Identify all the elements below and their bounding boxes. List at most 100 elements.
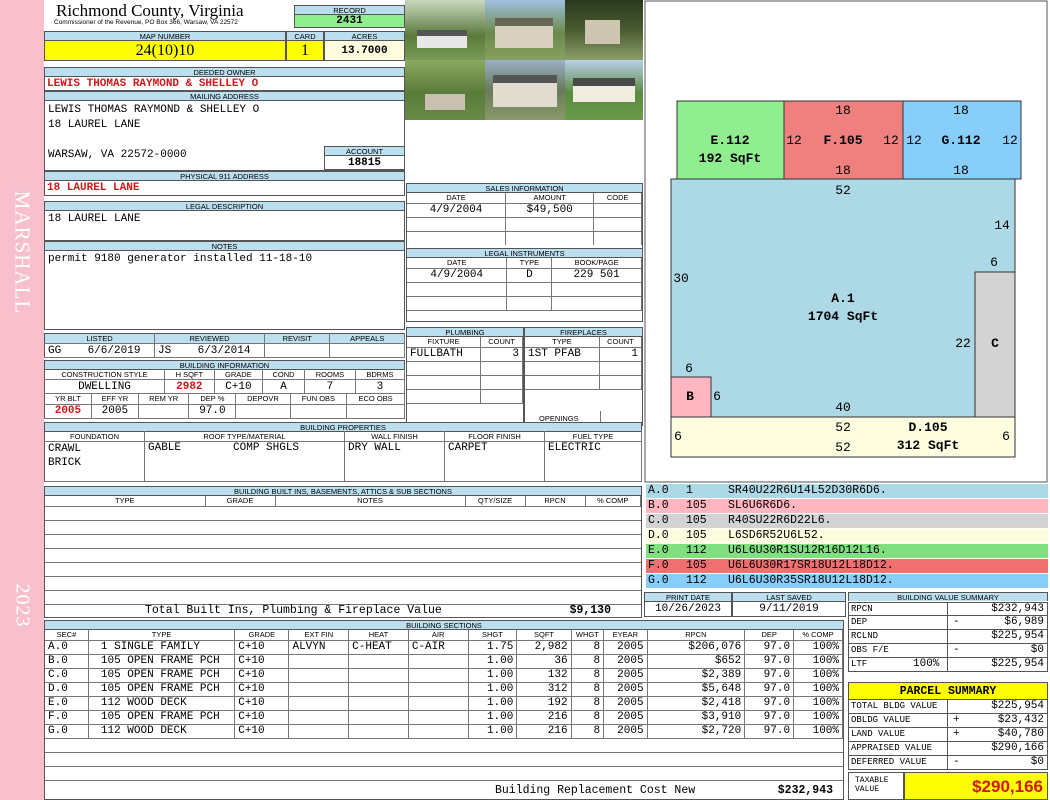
listed-label: LISTED (44, 333, 155, 344)
property-photo-1[interactable] (405, 0, 485, 60)
section-header: RPCN (647, 630, 746, 641)
property-photo-2[interactable] (485, 0, 565, 60)
sales-amount-header: AMOUNT (505, 193, 595, 204)
code-section: F.0 (648, 559, 669, 572)
property-photo-3[interactable] (565, 0, 643, 60)
sketch-code-row: G.0 112 U6L6U30R35SR18U12L18D12. (646, 574, 1048, 588)
year-label: 2023 (11, 583, 34, 628)
property-photo-6[interactable] (565, 60, 643, 120)
physical-address-value: 18 LAUREL LANE (44, 180, 405, 196)
section-header: SHGT (468, 630, 518, 641)
code-section: B.0 (648, 499, 669, 512)
roof-material: COMP SHGLS (233, 442, 300, 454)
building-sections-label: BUILDING SECTIONS (44, 620, 844, 629)
code-path: U6L6U30R17SR18U12L18D12. (728, 559, 894, 572)
mailing-line-2: 18 LAUREL LANE (48, 119, 141, 131)
wall-finish: DRY WALL (344, 441, 445, 482)
value-summary-row: OBS F/E - $0 (848, 643, 1048, 658)
fireplaces-box: FIREPLACES TYPE COUNT 1ST PFAB 1 OPENINGS (524, 327, 643, 426)
section-header: EYEAR (603, 630, 648, 641)
bedrooms-value: 3 (355, 379, 406, 394)
value-summary-label: BUILDING VALUE SUMMARY (848, 592, 1048, 601)
replacement-label: Building Replacement Cost New (495, 784, 696, 797)
print-date: 10/26/2023 (644, 601, 732, 617)
code-section: E.0 (648, 544, 669, 557)
fireplace-row: 1ST PFAB 1 (525, 347, 643, 362)
record-label: RECORD (294, 5, 405, 14)
code-type: 105 (686, 529, 707, 542)
neighborhood-label: MARSHALL (10, 190, 35, 315)
section-row: B.0 105 OPEN FRAME PCH C+10 1.00 36 8 2005 $652… (45, 654, 843, 669)
svg-text:14: 14 (994, 218, 1010, 233)
parcel-summary-row: LAND VALUE + $40,780 (848, 727, 1048, 742)
reviewed-by: JS (158, 344, 172, 357)
legal-instruments-label: LEGAL INSTRUMENTS (406, 248, 643, 257)
plumbing-row: FULLBATH 3 (407, 347, 523, 362)
acres-label: ACRES (324, 31, 405, 40)
year-built: 2005 (44, 404, 92, 419)
deeded-owner-box: DEEDED OWNER LEWIS THOMAS RAYMOND & SHEL… (44, 67, 405, 91)
code-type: 105 (686, 499, 707, 512)
county-subtitle: Commissioner of the Revenue, PO Box 366,… (54, 19, 238, 26)
sales-label: SALES INFORMATION (406, 183, 643, 192)
sketch-code-row: B.0 105 SL6U6R6D6. (646, 499, 1048, 513)
sketch-c-label: C (991, 336, 999, 351)
svg-text:12: 12 (906, 133, 922, 148)
code-section: C.0 (648, 514, 669, 527)
record-value: 2431 (294, 14, 405, 28)
listed-by: GG (48, 344, 62, 357)
reviewed-label: REVIEWED (154, 333, 265, 344)
section-row: F.0 105 OPEN FRAME PCH C+10 1.00 216 8 2005 $3,… (45, 710, 843, 725)
rooms-value: 7 (304, 379, 356, 394)
svg-text:52: 52 (835, 183, 851, 198)
built-ins-box: BUILDING BUILT INS, BASEMENTS, ATTICS & … (44, 486, 642, 618)
code-path: L6SD6R52U6L52. (728, 529, 825, 542)
reviewed-date: 6/3/2014 (197, 344, 251, 357)
section-header: SQFT (516, 630, 572, 641)
sketch-code-row: A.0 1 SR40U22R6U14L52D30R6D6. (646, 484, 1048, 498)
taxable-value: $290,166 (904, 772, 1048, 800)
sketch-code-row: F.0 105 U6L6U30R17SR18U12L18D12. (646, 559, 1048, 573)
appeals-label: APPEALS (329, 333, 405, 344)
svg-text:6: 6 (685, 361, 693, 376)
physical-address-box: PHYSICAL 911 ADDRESS 18 LAUREL LANE (44, 171, 405, 196)
sketch-f-label: F.105 (823, 133, 862, 148)
heated-sqft: 2982 (164, 379, 215, 394)
code-path: U6L6U30R1SU12R16D12L16. (728, 544, 887, 557)
sketch-d-area: 312 SqFt (897, 438, 959, 453)
value-summary-row: RCLND $225,954 (848, 629, 1048, 644)
svg-text:6: 6 (713, 389, 721, 404)
property-photo-4[interactable] (405, 60, 485, 120)
foundation-1: CRAWL (48, 443, 82, 455)
dates-box: PRINT DATE LAST SAVED 10/26/2023 9/11/20… (644, 592, 846, 617)
parcel-summary-title: PARCEL SUMMARY (848, 682, 1048, 700)
fireplaces-label: FIREPLACES (524, 327, 643, 336)
section-header: WHGT (571, 630, 605, 641)
listed-reviewed-box: LISTED REVIEWED REVISIT APPEALS GG 6/6/2019… (44, 333, 405, 358)
grade-value: C+10 (214, 379, 264, 394)
code-type: 112 (686, 544, 707, 557)
fuel-type: ELECTRIC (544, 441, 642, 482)
instrument-date-header: DATE (407, 258, 508, 269)
value-summary-row: LTF $225,954 100% (848, 657, 1048, 672)
legal-description-label: LEGAL DESCRIPTION (44, 201, 405, 210)
physical-address-label: PHYSICAL 911 ADDRESS (44, 171, 405, 180)
building-information-box: BUILDING INFORMATION CONSTRUCTION STYLE H… (44, 360, 406, 419)
replacement-value: $232,943 (777, 784, 833, 797)
foundation-2: BRICK (48, 457, 82, 469)
acres-value: 13.7000 (324, 40, 405, 61)
sales-code-header: CODE (593, 193, 642, 204)
code-path: U6L6U30R35SR18U12L18D12. (728, 574, 894, 587)
sketch-a-label: A.1 (831, 291, 855, 306)
parcel-summary-row: APPRAISED VALUE $290,166 (848, 741, 1048, 756)
notes-value: permit 9180 generator installed 11-18-10 (44, 250, 405, 330)
built-ins-total-value: $9,130 (569, 604, 611, 617)
property-photo-5[interactable] (485, 60, 565, 120)
parcel-summary-row: DEFERRED VALUE - $0 (848, 755, 1048, 770)
sketch-b-label: B (686, 389, 694, 404)
value-summary-box: BUILDING VALUE SUMMARY (848, 592, 1048, 601)
svg-text:52: 52 (835, 440, 851, 455)
code-section: D.0 (648, 529, 669, 542)
svg-text:12: 12 (883, 133, 899, 148)
fixture-header: FIXTURE (407, 337, 482, 348)
